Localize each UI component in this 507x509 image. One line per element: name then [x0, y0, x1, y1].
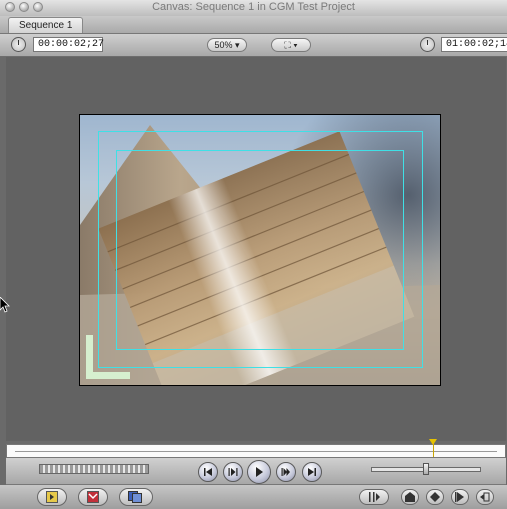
window-title: Canvas: Sequence 1 in CGM Test Project [152, 1, 355, 13]
corner-marker-icon [86, 335, 130, 379]
title-safe-guide [116, 150, 404, 350]
play-icon[interactable] [247, 460, 271, 484]
go-to-next-edit-icon[interactable] [302, 462, 322, 482]
duration-timecode-field[interactable]: 00:00:02;27 [33, 37, 104, 52]
canvas-toolbar: 00:00:02;27 50% ▾ ⛶ ▾ 01:00:02;14 [0, 34, 507, 57]
view-popup[interactable]: ⛶ ▾ [271, 38, 311, 52]
zoom-popup[interactable]: 50% ▾ [207, 38, 247, 52]
duration-clock-icon [11, 37, 26, 52]
current-timecode-field[interactable]: 01:00:02;14 [441, 37, 507, 52]
play-in-to-out-icon[interactable] [223, 462, 243, 482]
chevron-down-icon: ▾ [235, 40, 240, 50]
jog-control[interactable] [371, 463, 481, 475]
canvas-window: Canvas: Sequence 1 in CGM Test Project S… [0, 0, 507, 509]
tab-sequence-1[interactable]: Sequence 1 [8, 17, 84, 33]
insert-edit-icon[interactable] [37, 488, 67, 506]
overwrite-edit-icon[interactable] [78, 488, 108, 506]
chevron-down-icon: ▾ [293, 40, 298, 50]
timeline-scrubber[interactable] [6, 439, 506, 458]
export-icon[interactable] [476, 489, 494, 505]
mark-clip-icon[interactable] [451, 489, 469, 505]
match-frame-icon[interactable] [359, 489, 389, 505]
replace-edit-icon[interactable] [119, 488, 153, 506]
tab-strip: Sequence 1 [0, 16, 507, 34]
add-marker-icon[interactable] [401, 489, 419, 505]
current-time-clock-icon [420, 37, 435, 52]
mouse-pointer-icon [0, 297, 10, 313]
shuttle-control[interactable] [39, 464, 149, 474]
play-around-current-icon[interactable] [276, 462, 296, 482]
add-keyframe-icon[interactable] [426, 489, 444, 505]
edit-buttons-bar [0, 485, 507, 509]
title-bar[interactable]: Canvas: Sequence 1 in CGM Test Project [0, 0, 507, 17]
jog-knob[interactable] [423, 463, 429, 475]
transport-controls [6, 458, 506, 485]
go-to-previous-edit-icon[interactable] [198, 462, 218, 482]
timeline-ruler [15, 451, 497, 452]
zoom-label: 50% [214, 40, 233, 50]
playhead[interactable] [429, 439, 437, 457]
frame-view-icon: ⛶ [284, 40, 291, 50]
